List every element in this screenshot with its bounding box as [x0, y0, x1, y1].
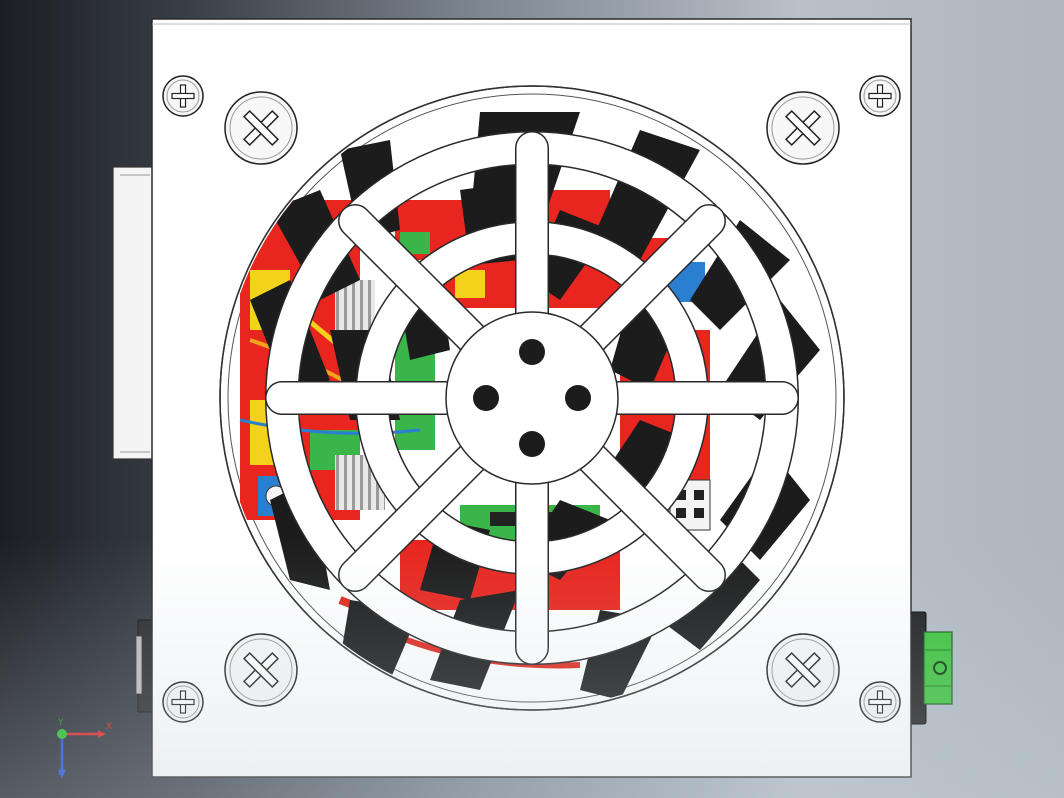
green-connector	[923, 631, 953, 705]
phillips-screw-icon	[224, 91, 298, 165]
hub-hole-top	[519, 339, 545, 365]
axis-z-label: Z	[58, 768, 65, 778]
hub-hole-right	[565, 385, 591, 411]
axis-y-label: Y	[58, 718, 64, 728]
phillips-screw-icon	[859, 681, 901, 723]
phillips-screw-icon	[224, 633, 298, 707]
phillips-screw-icon	[766, 91, 840, 165]
cad-viewport[interactable]: X Y Z	[0, 0, 1064, 798]
axis-triad: X Y Z	[40, 718, 120, 788]
psu-rear-view	[112, 18, 953, 778]
phillips-screw-icon	[162, 75, 204, 117]
phillips-screw-icon	[766, 633, 840, 707]
axis-x-label: X	[106, 722, 113, 732]
phillips-screw-icon	[162, 681, 204, 723]
phillips-screw-icon	[859, 75, 901, 117]
fan-hub	[445, 311, 619, 485]
left-bracket	[112, 166, 156, 460]
hub-hole-bottom	[519, 431, 545, 457]
hub-hole-left	[473, 385, 499, 411]
